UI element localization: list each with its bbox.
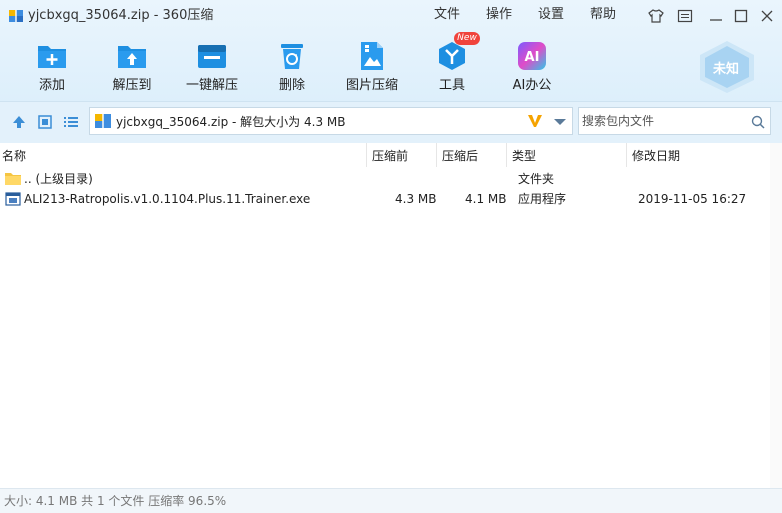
column-divider[interactable]	[366, 143, 367, 167]
image-compress-icon	[361, 42, 383, 70]
file-list[interactable]: 名称 压缩前 压缩后 类型 修改日期 .. (上级目录) 文件夹 ALI213-…	[0, 143, 782, 488]
address-path: yjcbxgq_35064.zip - 解包大小为 4.3 MB	[116, 115, 346, 129]
one-click-extract-button[interactable]: 一键解压	[180, 38, 244, 96]
delete-button[interactable]: 删除	[260, 38, 324, 96]
add-icon	[38, 46, 66, 68]
app-logo-icon	[9, 10, 23, 22]
row-unpacked-size: 4.1 MB	[465, 192, 507, 206]
extract-to-button[interactable]: 解压到	[100, 38, 164, 96]
row-name: .. (上级目录)	[24, 172, 93, 186]
tools-label: 工具	[438, 78, 465, 93]
table-row-parent-dir[interactable]: .. (上级目录) 文件夹	[0, 169, 782, 189]
one-click-extract-label: 一键解压	[185, 78, 238, 93]
column-unpacked[interactable]: 压缩后	[442, 149, 478, 163]
status-text: 大小: 4.1 MB 共 1 个文件 压缩率 96.5%	[4, 494, 227, 508]
ai-office-button[interactable]: AI AI办公	[500, 38, 564, 96]
address-bar[interactable]: yjcbxgq_35064.zip - 解包大小为 4.3 MB	[89, 107, 573, 135]
column-header-row: 名称 压缩前 压缩后 类型 修改日期	[0, 143, 782, 167]
column-modified[interactable]: 修改日期	[632, 149, 680, 163]
zip-file-icon	[95, 114, 111, 128]
ai-office-label: AI办公	[512, 78, 552, 93]
status-bar: 大小: 4.1 MB 共 1 个文件 压缩率 96.5%	[0, 488, 782, 513]
window-title: yjcbxgq_35064.zip - 360压缩	[28, 8, 214, 23]
thumbnail-view-icon[interactable]	[37, 114, 53, 130]
app-window: yjcbxgq_35064.zip - 360压缩 文件 操作 设置 帮助 添加…	[0, 0, 782, 513]
search-box[interactable]	[578, 107, 771, 135]
column-type[interactable]: 类型	[512, 149, 536, 163]
close-icon[interactable]	[759, 8, 775, 24]
maximize-icon[interactable]	[733, 8, 749, 24]
row-type: 应用程序	[518, 192, 567, 206]
image-compress-button[interactable]: 图片压缩	[340, 38, 404, 96]
delete-label: 删除	[278, 78, 305, 93]
search-icon[interactable]	[751, 115, 765, 129]
column-packed[interactable]: 压缩前	[372, 149, 408, 163]
address-dropdown-icon[interactable]	[554, 119, 566, 125]
up-arrow-icon[interactable]	[11, 114, 27, 130]
address-bar-row: yjcbxgq_35064.zip - 解包大小为 4.3 MB	[0, 101, 782, 143]
minimize-icon[interactable]	[708, 8, 724, 24]
row-type: 文件夹	[518, 172, 555, 186]
new-badge: New	[454, 32, 480, 45]
exe-file-icon	[5, 192, 21, 206]
image-compress-label: 图片压缩	[345, 78, 398, 93]
table-row-file[interactable]: ALI213-Ratropolis.v1.0.1104.Plus.11.Trai…	[0, 189, 782, 209]
menu-operate[interactable]: 操作	[486, 7, 512, 23]
search-input[interactable]	[580, 109, 742, 133]
menu-file[interactable]: 文件	[434, 7, 460, 23]
menu-settings[interactable]: 设置	[538, 7, 564, 23]
extract-to-label: 解压到	[112, 78, 152, 93]
feedback-icon[interactable]	[677, 8, 693, 24]
column-divider[interactable]	[436, 143, 437, 167]
extract-folder-icon	[118, 46, 146, 68]
add-button[interactable]: 添加	[20, 38, 84, 96]
row-packed-size: 4.3 MB	[395, 192, 437, 206]
ai-office-icon: AI	[518, 42, 546, 70]
column-name[interactable]: 名称	[2, 149, 26, 163]
vertical-scrollbar[interactable]	[770, 143, 782, 488]
column-divider[interactable]	[506, 143, 507, 167]
folder-icon	[5, 173, 21, 185]
verified-v-icon[interactable]	[527, 114, 543, 128]
row-name: ALI213-Ratropolis.v1.0.1104.Plus.11.Trai…	[24, 192, 311, 206]
add-label: 添加	[38, 78, 65, 93]
column-divider[interactable]	[626, 143, 627, 167]
avatar-label: 未知	[713, 62, 740, 77]
menu-help[interactable]: 帮助	[590, 7, 616, 23]
skin-icon[interactable]	[648, 8, 664, 24]
recycle-bin-icon	[281, 44, 303, 69]
title-toolbar-area: yjcbxgq_35064.zip - 360压缩 文件 操作 设置 帮助 添加…	[0, 0, 782, 101]
ai-icon-text: AI	[525, 50, 540, 65]
tools-button[interactable]: 工具	[420, 38, 484, 96]
one-click-extract-icon	[198, 45, 226, 68]
row-modified: 2019-11-05 16:27	[638, 192, 747, 206]
list-view-icon[interactable]	[63, 114, 79, 130]
